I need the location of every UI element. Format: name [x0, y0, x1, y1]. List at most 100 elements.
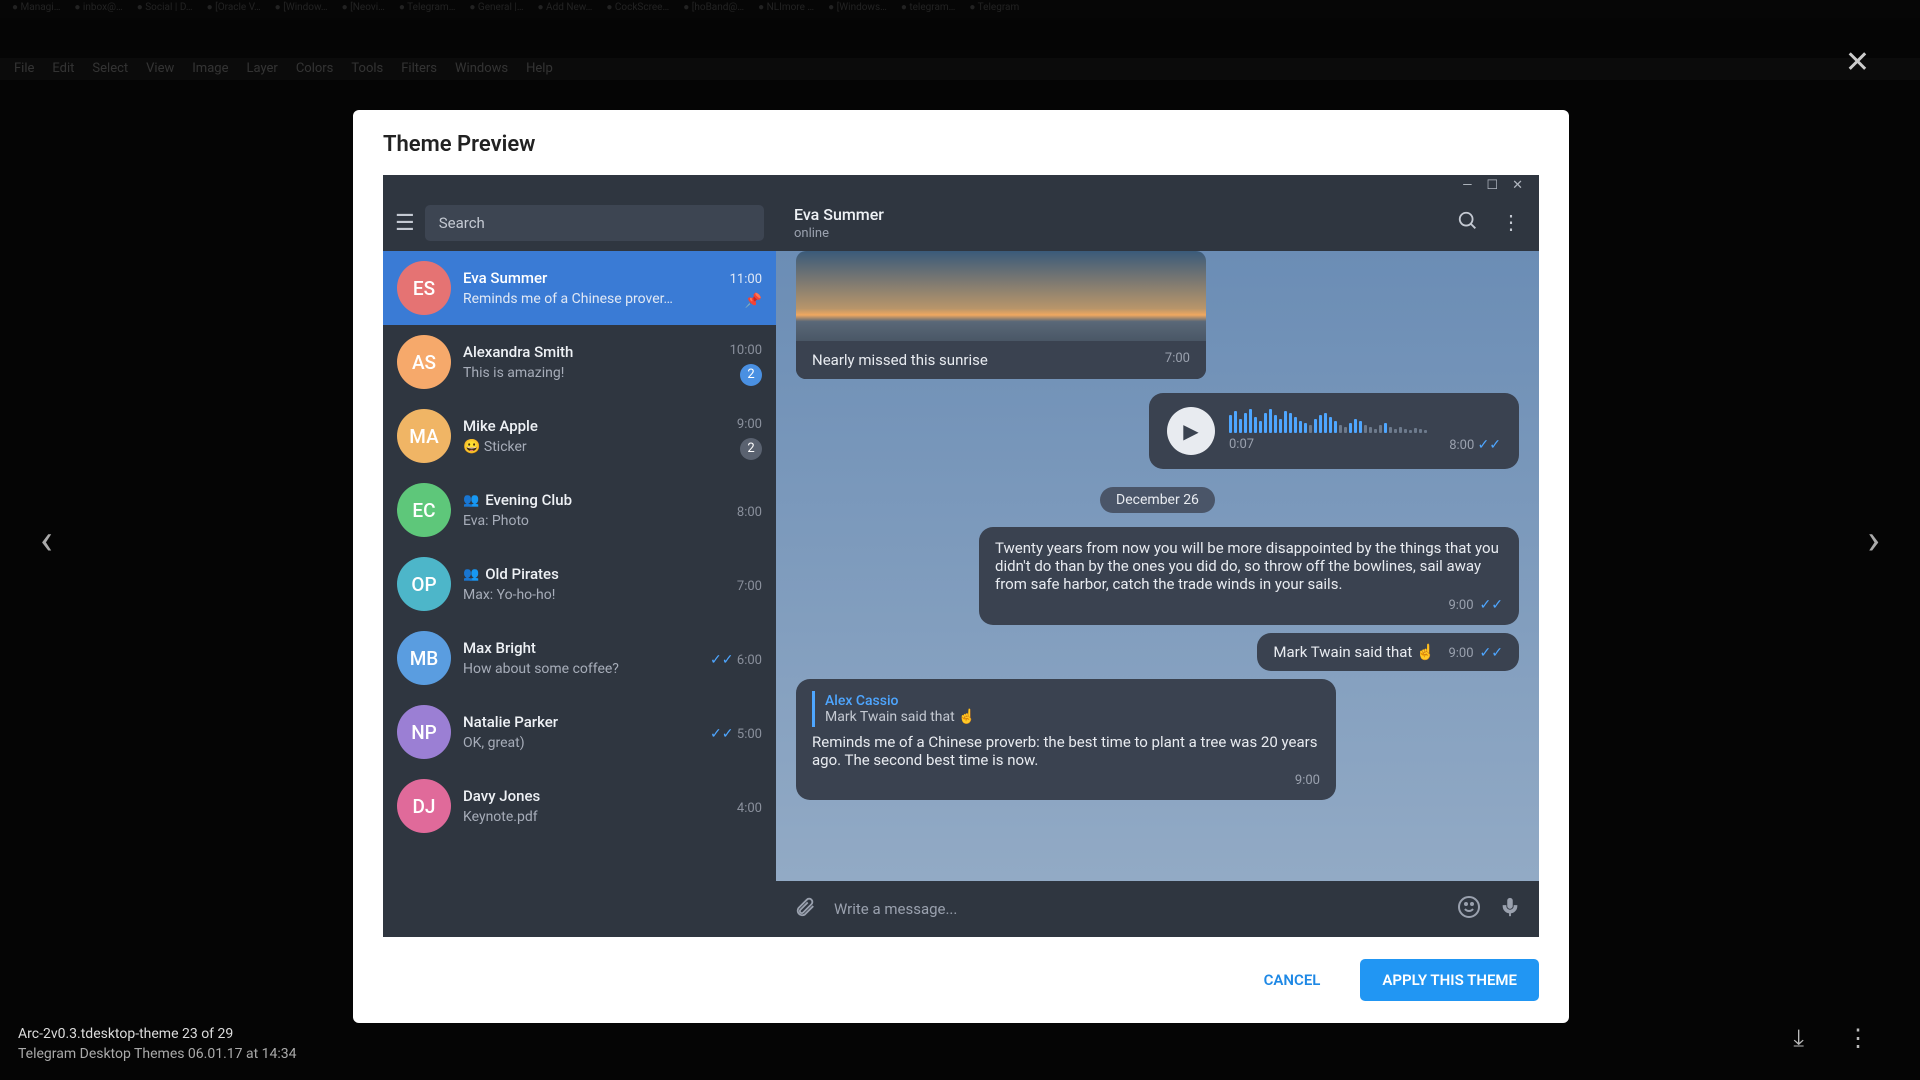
chat-preview: How about some coffee? — [463, 661, 698, 677]
chat-name: Old Pirates — [485, 565, 559, 583]
image-message[interactable]: Nearly missed this sunrise 7:00 — [796, 251, 1206, 379]
chat-title: Eva Summer — [794, 205, 1457, 224]
chat-time: 7:00 — [737, 579, 762, 594]
incoming-message: Alex Cassio Mark Twain said that ☝️ Remi… — [796, 679, 1336, 800]
search-input[interactable]: Search — [425, 205, 764, 241]
minimize-icon[interactable]: — — [1462, 178, 1472, 193]
chat-row[interactable]: EC 👥 Evening Club Eva: Photo 8:00 — [383, 473, 776, 547]
avatar: ES — [397, 261, 451, 315]
read-checks-icon: ✓✓ — [1478, 437, 1501, 453]
unread-badge: 2 — [740, 364, 762, 386]
hamburger-icon[interactable]: ☰ — [395, 211, 415, 236]
chat-preview: OK, great) — [463, 735, 698, 751]
close-window-icon[interactable]: ✕ — [1512, 178, 1523, 193]
message-input[interactable]: Write a message... — [834, 900, 1439, 918]
viewer-caption: Arc-2v0.3.tdesktop-theme 23 of 29 Telegr… — [18, 1026, 297, 1062]
group-icon: 👥 — [463, 567, 479, 582]
theme-preview-modal: Theme Preview — ☐ ✕ ☰ Search ES Eva Summe… — [353, 110, 1569, 1023]
outgoing-message: Twenty years from now you will be more d… — [979, 527, 1519, 625]
message-input-bar: Write a message... — [776, 881, 1539, 937]
viewer-filename: Arc-2v0.3.tdesktop-theme 23 of 29 — [18, 1026, 297, 1042]
chat-list: ES Eva Summer Reminds me of a Chinese prov… — [383, 251, 776, 937]
chat-name: Evening Club — [485, 491, 572, 509]
message-time: 9:00 — [1448, 598, 1473, 613]
read-checks-icon: ✓✓ — [1480, 645, 1503, 661]
viewer-actions: ⤓ ⋮ — [1793, 1024, 1870, 1052]
avatar: MA — [397, 409, 451, 463]
avatar: MB — [397, 631, 451, 685]
emoji-icon[interactable] — [1457, 895, 1481, 923]
read-checks-icon: ✓✓ — [1480, 597, 1503, 613]
more-icon[interactable]: ⋮ — [1846, 1024, 1870, 1052]
avatar: EC — [397, 483, 451, 537]
next-arrow-icon[interactable]: › — [1867, 516, 1880, 565]
voice-duration: 0:07 — [1229, 437, 1254, 453]
chat-time: 6:00 — [737, 653, 762, 668]
chat-status: online — [794, 226, 1457, 241]
chat-time: 5:00 — [737, 727, 762, 742]
mic-icon[interactable] — [1499, 896, 1521, 922]
chat-row[interactable]: DJ Davy Jones Keynote.pdf 4:00 — [383, 769, 776, 843]
preview-container: — ☐ ✕ ☰ Search ES Eva Summer Reminds me of… — [383, 175, 1539, 937]
more-icon[interactable]: ⋮ — [1501, 210, 1521, 237]
modal-title: Theme Preview — [353, 110, 1569, 175]
voice-time: 8:00 — [1449, 438, 1474, 453]
voice-message[interactable]: ▶ 0:07 8:00 ✓✓ — [1149, 393, 1519, 469]
attach-icon[interactable] — [794, 896, 816, 922]
chat-header: Eva Summer online ⋮ — [776, 195, 1539, 251]
search-icon[interactable] — [1457, 210, 1479, 237]
chat-name: Davy Jones — [463, 787, 540, 805]
chat-preview: This is amazing! — [463, 365, 718, 381]
chat-preview: Keynote.pdf — [463, 809, 725, 825]
chat-name: Eva Summer — [463, 269, 547, 287]
messages-area: Nearly missed this sunrise 7:00 ▶ 0:07 8… — [776, 251, 1539, 881]
chat-row[interactable]: ES Eva Summer Reminds me of a Chinese prov… — [383, 251, 776, 325]
chat-preview: Max: Yo-ho-ho! — [463, 587, 725, 603]
prev-arrow-icon[interactable]: ‹ — [40, 516, 53, 565]
download-icon[interactable]: ⤓ — [1793, 1024, 1804, 1052]
waveform — [1229, 409, 1501, 433]
chat-time: 4:00 — [737, 801, 762, 816]
apply-button[interactable]: APPLY THIS THEME — [1360, 959, 1539, 1001]
maximize-icon[interactable]: ☐ — [1486, 178, 1498, 193]
chat-row[interactable]: ASAlexandra SmithThis is amazing!10:002 — [383, 325, 776, 399]
chat-name: Max Bright — [463, 639, 536, 657]
close-icon[interactable]: ✕ — [1845, 45, 1870, 80]
avatar: OP — [397, 557, 451, 611]
read-checks-icon: ✓✓ — [710, 726, 737, 742]
message-text: Mark Twain said that ☝️ — [1273, 643, 1434, 661]
cancel-button[interactable]: CANCEL — [1246, 959, 1339, 1001]
avatar: AS — [397, 335, 451, 389]
chat-name: Natalie Parker — [463, 713, 558, 731]
message-time: 7:00 — [1165, 351, 1190, 369]
message-text: Reminds me of a Chinese proverb: the bes… — [812, 733, 1320, 769]
chat-name: Mike Apple — [463, 417, 538, 435]
read-checks-icon: ✓✓ — [710, 652, 737, 668]
chat-row[interactable]: OP 👥 Old Pirates Max: Yo-ho-ho! 7:00 — [383, 547, 776, 621]
play-icon[interactable]: ▶ — [1167, 407, 1215, 455]
chat-row[interactable]: MAMike Apple😀 Sticker9:002 — [383, 399, 776, 473]
message-time: 9:00 — [1295, 773, 1320, 788]
chat-row[interactable]: NP Natalie Parker OK, great) ✓✓ 5:00 — [383, 695, 776, 769]
message-text: Twenty years from now you will be more d… — [995, 539, 1503, 593]
modal-actions: CANCEL APPLY THIS THEME — [353, 937, 1569, 1023]
viewer-meta: Telegram Desktop Themes 06.01.17 at 14:3… — [18, 1046, 297, 1062]
chat-time: 9:00 — [737, 417, 762, 432]
image-caption-text: Nearly missed this sunrise — [812, 351, 988, 369]
message-time: 9:00 — [1448, 646, 1473, 661]
chat-time: 11:00 — [730, 272, 762, 287]
chat-preview: Reminds me of a Chinese prover… — [463, 291, 718, 307]
chat-row[interactable]: MB Max Bright How about some coffee? ✓✓ 6:0… — [383, 621, 776, 695]
reply-preview[interactable]: Alex Cassio Mark Twain said that ☝️ — [812, 691, 1320, 727]
group-icon: 👥 — [463, 493, 479, 508]
avatar: NP — [397, 705, 451, 759]
avatar: DJ — [397, 779, 451, 833]
reply-sender: Alex Cassio — [825, 693, 1310, 709]
reply-quote: Mark Twain said that ☝️ — [825, 709, 1310, 725]
unread-badge: 2 — [740, 438, 762, 460]
outgoing-message: Mark Twain said that ☝️ 9:00 ✓✓ — [1257, 633, 1519, 671]
pin-icon: 📌 — [745, 293, 762, 309]
chat-preview: Eva: Photo — [463, 513, 725, 529]
chat-time: 8:00 — [737, 505, 762, 520]
chat-name: Alexandra Smith — [463, 343, 573, 361]
